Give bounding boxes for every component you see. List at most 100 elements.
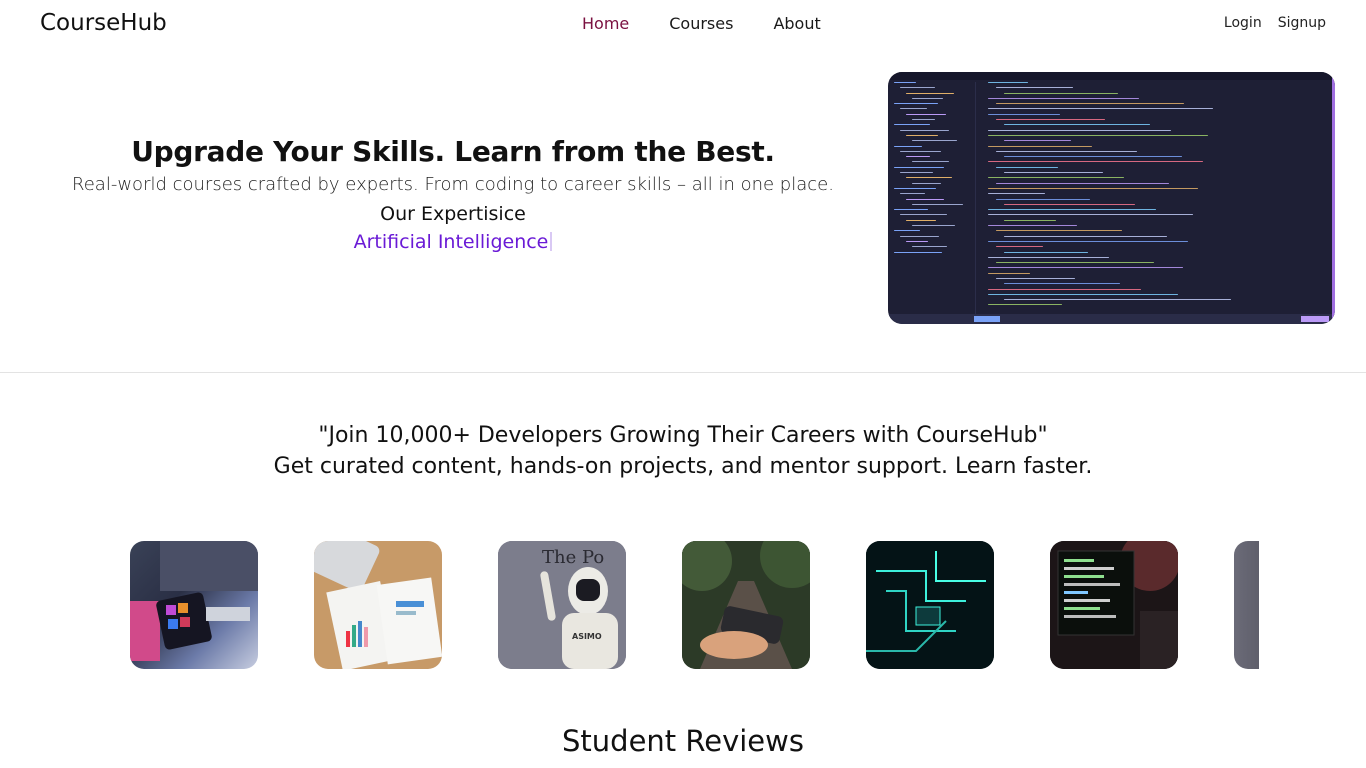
expertise-typewriter: Artificial Intelligence (40, 231, 866, 253)
gallery-image-circuit[interactable] (866, 541, 994, 669)
code-line (1004, 124, 1150, 126)
code-line (1004, 172, 1103, 174)
code-line (988, 267, 1183, 269)
file-tree-line (894, 251, 942, 253)
file-tree-line (900, 129, 949, 131)
editor-file-tree (888, 82, 976, 314)
file-tree-line (906, 177, 952, 179)
navbar: CourseHub Home Courses About Login Signu… (0, 0, 1366, 48)
file-tree-line (906, 92, 954, 94)
file-tree-line (900, 214, 947, 216)
phone-road-illustration (682, 541, 810, 669)
code-line (988, 193, 1045, 195)
code-line (1004, 235, 1167, 237)
code-line (1004, 299, 1231, 301)
desktop-apps-illustration (130, 541, 258, 661)
file-tree-line (894, 124, 930, 126)
image-carousel: The Po ASIMO (130, 541, 1259, 669)
code-line (988, 293, 1178, 295)
code-line (996, 119, 1105, 121)
file-tree-line (900, 172, 933, 174)
code-line (988, 161, 1203, 163)
code-line (996, 262, 1154, 264)
code-line (988, 134, 1208, 136)
file-tree-line (894, 209, 928, 211)
file-tree-line (900, 235, 939, 237)
file-tree-line (906, 198, 944, 200)
nav-link-home[interactable]: Home (582, 14, 629, 33)
student-reviews-heading: Student Reviews (562, 724, 804, 758)
editor-tabbar (888, 72, 1335, 80)
robot-illustration: The Po ASIMO (498, 541, 626, 669)
code-line (988, 304, 1062, 306)
code-line (988, 214, 1193, 216)
nav-link-courses[interactable]: Courses (669, 14, 733, 33)
gallery-image-terminal-monitor[interactable] (1050, 541, 1178, 669)
file-tree-line (894, 82, 916, 83)
code-line (988, 225, 1077, 227)
editor-code-area (980, 82, 1331, 314)
terminal-monitor-illustration (1050, 541, 1178, 669)
file-tree-line (894, 230, 920, 232)
community-quote: "Join 10,000+ Developers Growing Their C… (0, 423, 1366, 479)
quote-subline: Get curated content, hands-on projects, … (273, 454, 1093, 479)
file-tree-line (900, 87, 935, 89)
typing-caret (550, 232, 553, 251)
file-tree-line (912, 203, 963, 205)
file-tree-line (912, 119, 935, 121)
file-tree-line (900, 150, 941, 152)
quote-headline: "Join 10,000+ Developers Growing Their C… (318, 423, 1048, 448)
hero-subtitle: Real-world courses crafted by experts. F… (72, 174, 834, 195)
code-line (1004, 92, 1118, 94)
editor-position-indicator (1301, 316, 1329, 322)
svg-text:ASIMO: ASIMO (572, 632, 602, 641)
circuit-board-illustration (866, 541, 994, 669)
file-tree-line (912, 161, 949, 163)
signup-link[interactable]: Signup (1278, 15, 1326, 31)
file-tree-line (906, 219, 936, 221)
login-link[interactable]: Login (1224, 15, 1262, 31)
file-tree-line (906, 134, 938, 136)
file-tree-line (894, 166, 944, 168)
code-line (988, 145, 1092, 147)
code-line (988, 272, 1030, 274)
code-line (988, 240, 1188, 242)
code-line (996, 198, 1090, 200)
code-line (988, 97, 1139, 99)
code-line (988, 187, 1198, 189)
code-line (996, 246, 1043, 248)
code-line (996, 166, 1058, 168)
file-tree-line (894, 187, 936, 189)
file-tree-line (900, 108, 927, 110)
gallery-image-partial[interactable] (1234, 541, 1259, 669)
brand-logo[interactable]: CourseHub (40, 10, 167, 36)
gallery-image-phone-road[interactable] (682, 541, 810, 669)
file-tree-line (912, 246, 947, 248)
file-tree-line (912, 140, 957, 142)
code-line (988, 288, 1141, 290)
code-line (1004, 219, 1056, 221)
gallery-image-robot[interactable]: The Po ASIMO (498, 541, 626, 669)
code-line (996, 150, 1137, 152)
nav-link-about[interactable]: About (773, 14, 820, 33)
code-line (988, 256, 1109, 258)
code-line (988, 113, 1060, 115)
charts-papers-illustration (314, 541, 442, 669)
hero-text: Upgrade Your Skills. Learn from the Best… (40, 135, 866, 253)
hero-image-code-editor (888, 72, 1335, 324)
code-line (988, 108, 1213, 110)
code-line (996, 277, 1075, 279)
code-line (996, 182, 1169, 184)
file-tree-line (906, 156, 930, 158)
main-menu: Home Courses About (582, 14, 821, 33)
file-tree-line (912, 225, 955, 227)
section-divider (0, 372, 1366, 373)
gallery-image-desktop-apps[interactable] (130, 541, 258, 669)
expertise-value: Artificial Intelligence (353, 231, 549, 253)
svg-text:The Po: The Po (542, 547, 604, 568)
file-tree-line (912, 97, 943, 99)
code-line (1004, 140, 1071, 142)
code-line (988, 129, 1171, 131)
gallery-image-charts[interactable] (314, 541, 442, 669)
code-line (996, 230, 1122, 232)
